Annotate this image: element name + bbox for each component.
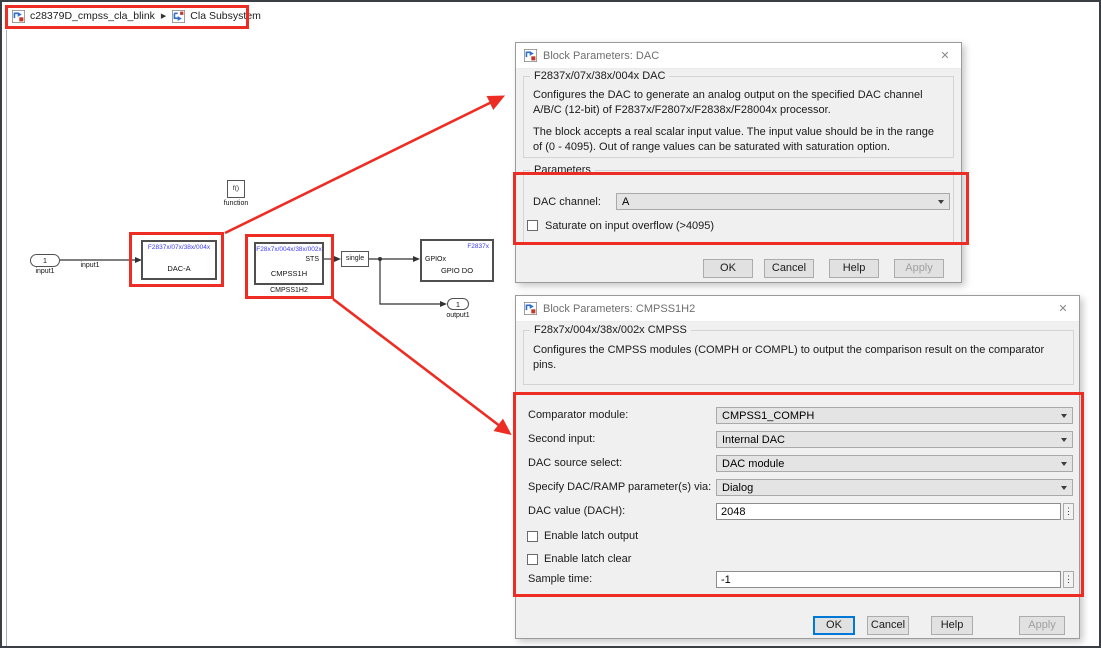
chevron-down-icon bbox=[1061, 414, 1067, 418]
function-call-block-text: f() bbox=[232, 185, 240, 192]
annotation-arrow-to-cmpss-dialog bbox=[332, 297, 512, 436]
dac-dialog-icon bbox=[524, 49, 537, 62]
specify-dac-ramp-dropdown[interactable]: Dialog bbox=[716, 479, 1073, 496]
dac-block[interactable]: F2837x/07x/38x/004x DAC-A bbox=[141, 240, 217, 280]
dac-cancel-button[interactable]: Cancel bbox=[764, 259, 814, 278]
dac-parameters-dialog: Block Parameters: DAC ✕ F2837x/07x/38x/0… bbox=[515, 42, 962, 283]
second-input-dropdown[interactable]: Internal DAC bbox=[716, 431, 1073, 448]
dac-description-1: Configures the DAC to generate an analog… bbox=[533, 89, 923, 116]
chevron-down-icon bbox=[938, 200, 944, 204]
cmpss-ok-button[interactable]: OK bbox=[813, 616, 855, 635]
specify-dac-ramp-value: Dialog bbox=[722, 481, 754, 494]
canvas-left-edge bbox=[6, 30, 7, 646]
signal-name-label: input1 bbox=[80, 262, 100, 269]
dac-value-input[interactable] bbox=[716, 503, 1061, 520]
inport-label: input1 bbox=[35, 268, 55, 275]
second-input-label: Second input: bbox=[528, 433, 596, 445]
chevron-down-icon bbox=[1061, 438, 1067, 442]
outport-block[interactable]: 1 bbox=[447, 298, 469, 310]
enable-latch-output-label: Enable latch output bbox=[544, 530, 639, 542]
simulink-subsystem-icon bbox=[172, 9, 186, 23]
second-input-value: Internal DAC bbox=[722, 433, 785, 446]
cmpss-dialog-title: Block Parameters: CMPSS1H2 bbox=[543, 302, 696, 315]
cmpss-dialog-icon bbox=[524, 302, 537, 315]
breadcrumb-subsystem[interactable]: Cla Subsystem bbox=[190, 10, 261, 22]
dac-description-2: The block accepts a real scalar input va… bbox=[533, 126, 934, 153]
specify-dac-ramp-label: Specify DAC/RAMP parameter(s) via: bbox=[528, 481, 712, 493]
dac-parameters-group-label: Parameters bbox=[530, 164, 595, 176]
single-block-text: single bbox=[345, 255, 365, 262]
dac-apply-button: Apply bbox=[894, 259, 944, 278]
enable-latch-clear-label: Enable latch clear bbox=[544, 553, 632, 565]
dac-source-select-dropdown[interactable]: DAC module bbox=[716, 455, 1073, 472]
cmpss-block[interactable]: F28x7x/004x/38x/002x STS CMPSS1H bbox=[254, 242, 324, 285]
dac-description-group: F2837x/07x/38x/004x DAC Configures the D… bbox=[523, 70, 954, 158]
sample-time-label: Sample time: bbox=[528, 573, 593, 585]
dac-channel-label: DAC channel: bbox=[533, 196, 601, 208]
inport-number: 1 bbox=[42, 256, 48, 265]
function-call-block-label: function bbox=[223, 200, 249, 207]
cmpss-description: Configures the CMPSS modules (COMPH or C… bbox=[533, 344, 1045, 371]
outport-number: 1 bbox=[455, 299, 461, 309]
dac-help-button[interactable]: Help bbox=[829, 259, 879, 278]
annotation-arrow-to-dac-dialog bbox=[224, 95, 506, 235]
inport-block[interactable]: 1 bbox=[30, 254, 60, 267]
breadcrumb-separator-icon: ▶ bbox=[160, 13, 167, 20]
dac-ok-button[interactable]: OK bbox=[703, 259, 753, 278]
comparator-module-value: CMPSS1_COMPH bbox=[722, 409, 815, 422]
breadcrumb: c28379D_cmpss_cla_blink ▶ Cla Subsystem bbox=[12, 8, 261, 24]
cmpss-sts-port-label: STS bbox=[305, 256, 319, 263]
gpio-block-name: GPIO DO bbox=[440, 266, 474, 275]
gpio-port-label: GPIOx bbox=[425, 256, 447, 263]
cmpss-block-name: CMPSS1H bbox=[270, 269, 308, 278]
gpio-block-chip-text: F2837x bbox=[467, 243, 489, 250]
dac-block-name: DAC-A bbox=[167, 264, 191, 273]
breadcrumb-model[interactable]: c28379D_cmpss_cla_blink bbox=[30, 10, 155, 22]
cmpss-parameters-dialog: Block Parameters: CMPSS1H2 ✕ F28x7x/004x… bbox=[515, 295, 1080, 639]
cmpss-dialog-titlebar[interactable]: Block Parameters: CMPSS1H2 bbox=[516, 296, 1079, 322]
breadcrumb-bar: c28379D_cmpss_cla_blink ▶ Cla Subsystem bbox=[2, 2, 1099, 30]
dac-dialog-title: Block Parameters: DAC bbox=[543, 49, 660, 62]
enable-latch-output-checkbox[interactable] bbox=[527, 531, 538, 542]
simulink-model-icon bbox=[12, 9, 25, 23]
sample-time-input[interactable] bbox=[716, 571, 1061, 588]
comparator-module-dropdown[interactable]: CMPSS1_COMPH bbox=[716, 407, 1073, 424]
dac-channel-value: A bbox=[622, 195, 630, 208]
dac-source-select-value: DAC module bbox=[722, 457, 785, 470]
dac-dialog-titlebar[interactable]: Block Parameters: DAC bbox=[516, 43, 961, 69]
cmpss-cancel-button[interactable]: Cancel bbox=[867, 616, 909, 635]
outport-label: output1 bbox=[446, 312, 470, 319]
chevron-down-icon bbox=[1061, 462, 1067, 466]
dac-source-select-label: DAC source select: bbox=[528, 457, 623, 469]
cmpss-section-title: F28x7x/004x/38x/002x CMPSS bbox=[530, 324, 691, 336]
sample-time-overflow-button[interactable]: ⋮ bbox=[1063, 571, 1074, 588]
chevron-down-icon bbox=[1061, 486, 1067, 490]
dac-value-label: DAC value (DACH): bbox=[528, 505, 626, 517]
cmpss-apply-button: Apply bbox=[1019, 616, 1065, 635]
dac-value-overflow-button[interactable]: ⋮ bbox=[1063, 503, 1074, 520]
dac-section-title: F2837x/07x/38x/004x DAC bbox=[530, 70, 670, 82]
dac-block-chip-text: F2837x/07x/38x/004x bbox=[147, 244, 211, 251]
function-call-block[interactable]: f() bbox=[227, 180, 245, 198]
simulink-window: c28379D_cmpss_cla_blink ▶ Cla Subsystem … bbox=[0, 0, 1101, 648]
cmpss-block-label: CMPSS1H2 bbox=[270, 287, 308, 294]
enable-latch-clear-checkbox[interactable] bbox=[527, 554, 538, 565]
dac-dialog-close-icon[interactable]: ✕ bbox=[937, 48, 953, 64]
saturate-checkbox[interactable] bbox=[527, 220, 538, 231]
dac-channel-dropdown[interactable]: A bbox=[616, 193, 950, 210]
cmpss-description-group: F28x7x/004x/38x/002x CMPSS Configures th… bbox=[523, 324, 1074, 385]
gpio-do-block[interactable]: F2837x GPIOx GPIO DO bbox=[420, 239, 494, 282]
saturate-checkbox-label: Saturate on input overflow (>4095) bbox=[545, 220, 715, 232]
cmpss-help-button[interactable]: Help bbox=[931, 616, 973, 635]
data-type-conversion-block[interactable]: single bbox=[341, 251, 369, 267]
comparator-module-label: Comparator module: bbox=[528, 409, 629, 421]
cmpss-block-chip-text: F28x7x/004x/38x/002x bbox=[256, 246, 322, 253]
cmpss-dialog-close-icon[interactable]: ✕ bbox=[1055, 301, 1071, 317]
